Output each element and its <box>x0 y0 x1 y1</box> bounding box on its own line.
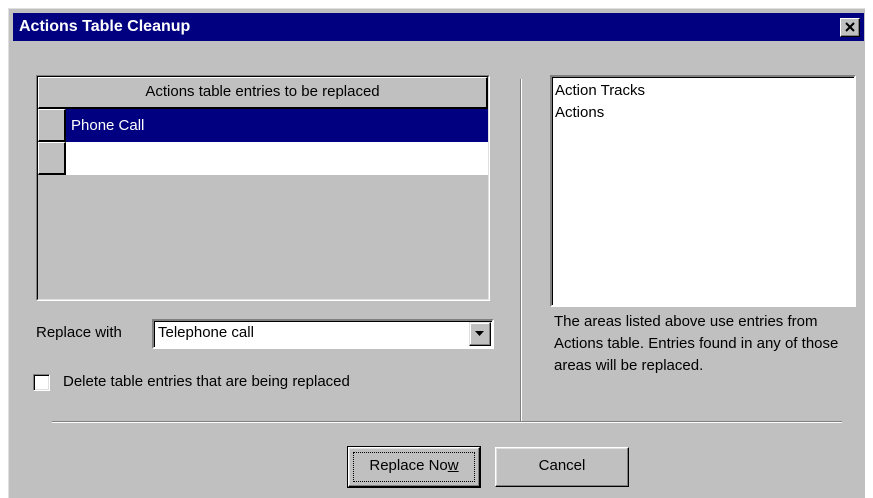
grid-cell[interactable]: Phone Call <box>66 109 488 142</box>
entries-grid: Actions table entries to be replaced Pho… <box>36 75 490 301</box>
areas-listbox[interactable]: Action Tracks Actions <box>550 75 856 307</box>
list-item[interactable]: Actions <box>555 102 854 124</box>
replace-with-value: Telephone call <box>158 324 254 341</box>
replace-with-combobox[interactable]: Telephone call <box>152 319 494 349</box>
row-selector[interactable] <box>38 142 66 175</box>
close-button[interactable] <box>840 18 860 37</box>
window-title: Actions Table Cleanup <box>19 18 191 35</box>
table-row[interactable]: Phone Call <box>38 109 488 142</box>
dropdown-button[interactable] <box>469 322 491 346</box>
dialog-window: Actions Table Cleanup Actions table entr… <box>8 8 865 498</box>
row-selector[interactable] <box>38 109 66 142</box>
replace-now-button[interactable]: Replace Now <box>347 446 481 488</box>
grid-cell[interactable] <box>66 142 488 175</box>
title-bar[interactable]: Actions Table Cleanup <box>13 13 864 41</box>
cancel-button[interactable]: Cancel <box>495 447 629 487</box>
list-item[interactable]: Action Tracks <box>555 80 854 102</box>
delete-entries-label[interactable]: Delete table entries that are being repl… <box>63 373 350 390</box>
table-row[interactable] <box>38 142 488 175</box>
areas-note: The areas listed above use entries from … <box>554 313 839 374</box>
chevron-down-icon <box>475 331 484 336</box>
close-icon <box>845 22 855 32</box>
grid-column-header[interactable]: Actions table entries to be replaced <box>38 77 488 109</box>
delete-entries-checkbox[interactable] <box>33 374 50 391</box>
replace-with-label: Replace with <box>36 324 122 341</box>
vertical-separator <box>520 79 522 421</box>
horizontal-separator <box>52 421 842 423</box>
